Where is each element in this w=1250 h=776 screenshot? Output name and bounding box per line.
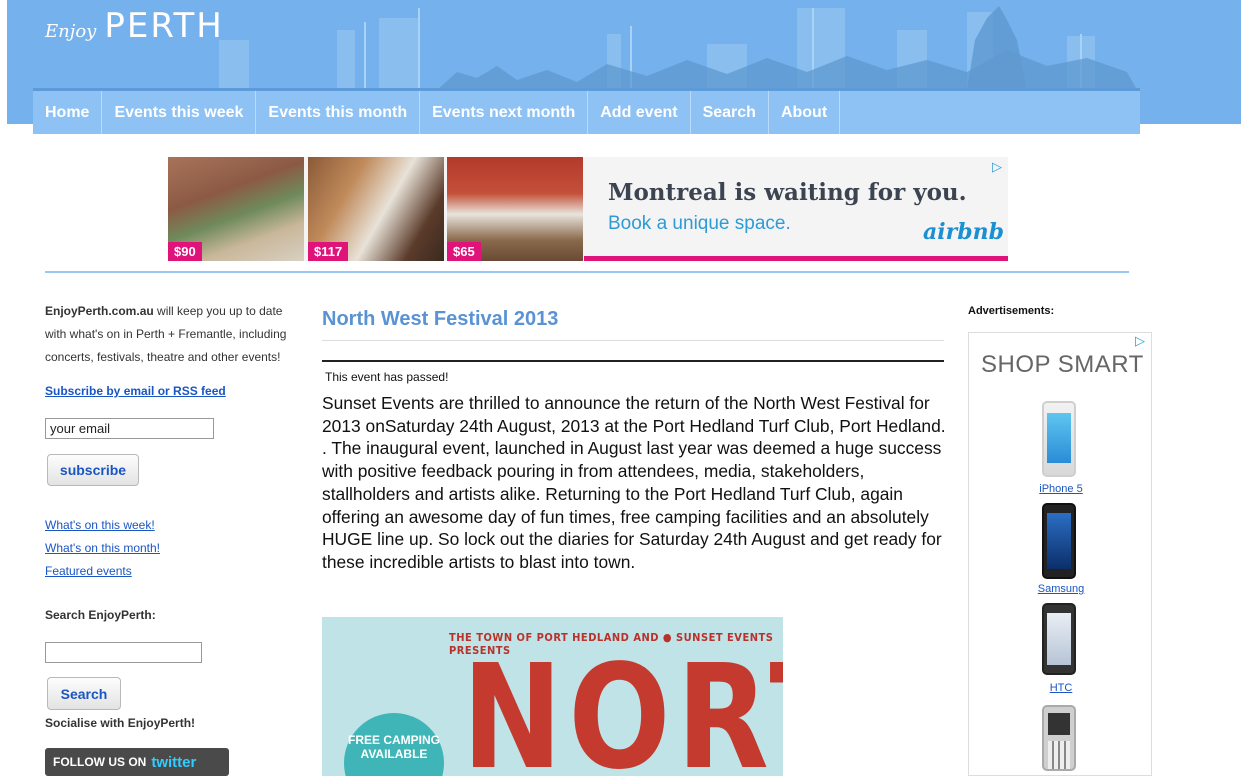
shop-smart-ad[interactable]: ▷ SHOP SMART iPhone 5 Samsung HTC (968, 332, 1152, 776)
ad-photo-courtyard: $90 (168, 157, 304, 261)
poster-camping-badge: FREE CAMPING AVAILABLE (344, 713, 444, 776)
nav-search[interactable]: Search (691, 91, 769, 134)
samsung-image[interactable] (1042, 503, 1076, 579)
ad-price-tag: $90 (168, 242, 202, 261)
content-divider (45, 271, 1129, 273)
email-field[interactable] (45, 418, 214, 439)
subscribe-button[interactable]: subscribe (47, 454, 139, 486)
airbnb-banner-ad[interactable]: $90 $117 $65 ▷ Montreal is waiting for y… (168, 157, 1008, 261)
ad-accent-stripe (584, 256, 1008, 261)
link-whats-on-week[interactable]: What's on this week! (45, 514, 160, 537)
ad-headline: Montreal is waiting for you. (608, 179, 967, 206)
search-button[interactable]: Search (47, 677, 121, 710)
quick-links: What's on this week! What's on this mont… (45, 514, 160, 583)
iphone-image[interactable] (1042, 401, 1076, 477)
twitter-logo: twitter (151, 753, 197, 771)
nav-home[interactable]: Home (33, 91, 103, 134)
ad-photo-kitchen: $117 (308, 157, 444, 261)
subscribe-link[interactable]: Subscribe by email or RSS feed (45, 384, 226, 398)
site-intro: EnjoyPerth.com.au will keep you up to da… (45, 300, 305, 369)
adchoices-icon[interactable]: ▷ (992, 159, 1002, 175)
title-divider (322, 340, 944, 341)
nav-about[interactable]: About (769, 91, 841, 134)
airbnb-logo: airbnb (923, 219, 1004, 245)
event-content: North West Festival 2013 This event has … (322, 300, 946, 776)
product-link-samsung[interactable]: Samsung (969, 583, 1153, 595)
event-title[interactable]: North West Festival 2013 (322, 300, 946, 331)
twitter-prefix: FOLLOW US ON (53, 755, 147, 769)
nav-add-event[interactable]: Add event (588, 91, 691, 134)
social-label: Socialise with EnjoyPerth! (45, 716, 196, 730)
search-label: Search EnjoyPerth: (45, 608, 156, 622)
ad-photo-bedroom: $65 (447, 157, 583, 261)
htc-image[interactable] (1042, 603, 1076, 675)
ad-price-tag: $65 (447, 242, 481, 261)
nav-events-this-week[interactable]: Events this week (102, 91, 257, 134)
event-status: This event has passed! (325, 370, 449, 384)
product-link-htc[interactable]: HTC (969, 682, 1153, 694)
shop-smart-heading: SHOP SMART (981, 351, 1144, 378)
ad-price-tag: $117 (308, 242, 349, 261)
twitter-follow-button[interactable]: FOLLOW US ON twitter (45, 748, 229, 776)
site-logo[interactable]: Enjoy PERTH (45, 6, 224, 46)
ad-subline: Book a unique space. (608, 213, 791, 234)
search-input[interactable] (45, 642, 202, 663)
left-sidebar: EnjoyPerth.com.au will keep you up to da… (45, 300, 305, 776)
logo-enjoy: Enjoy (45, 21, 97, 42)
nav-events-this-month[interactable]: Events this month (256, 91, 421, 134)
advertisements-label: Advertisements: (968, 305, 1055, 317)
nav-events-next-month[interactable]: Events next month (420, 91, 589, 134)
logo-perth: PERTH (104, 6, 224, 46)
event-poster-image: THE TOWN OF PORT HEDLAND AND ● SUNSET EV… (322, 617, 783, 776)
main-nav: Home Events this week Events this month … (33, 88, 1140, 134)
poster-title: NORTH (462, 635, 783, 776)
product-link-iphone5[interactable]: iPhone 5 (969, 483, 1153, 495)
site-name: EnjoyPerth.com.au (45, 304, 154, 318)
link-whats-on-month[interactable]: What's on this month! (45, 537, 160, 560)
section-divider (322, 360, 944, 362)
adchoices-icon[interactable]: ▷ (1135, 333, 1145, 349)
link-featured-events[interactable]: Featured events (45, 560, 160, 583)
event-description: Sunset Events are thrilled to announce t… (322, 393, 946, 572)
blackberry-image[interactable] (1042, 705, 1076, 771)
